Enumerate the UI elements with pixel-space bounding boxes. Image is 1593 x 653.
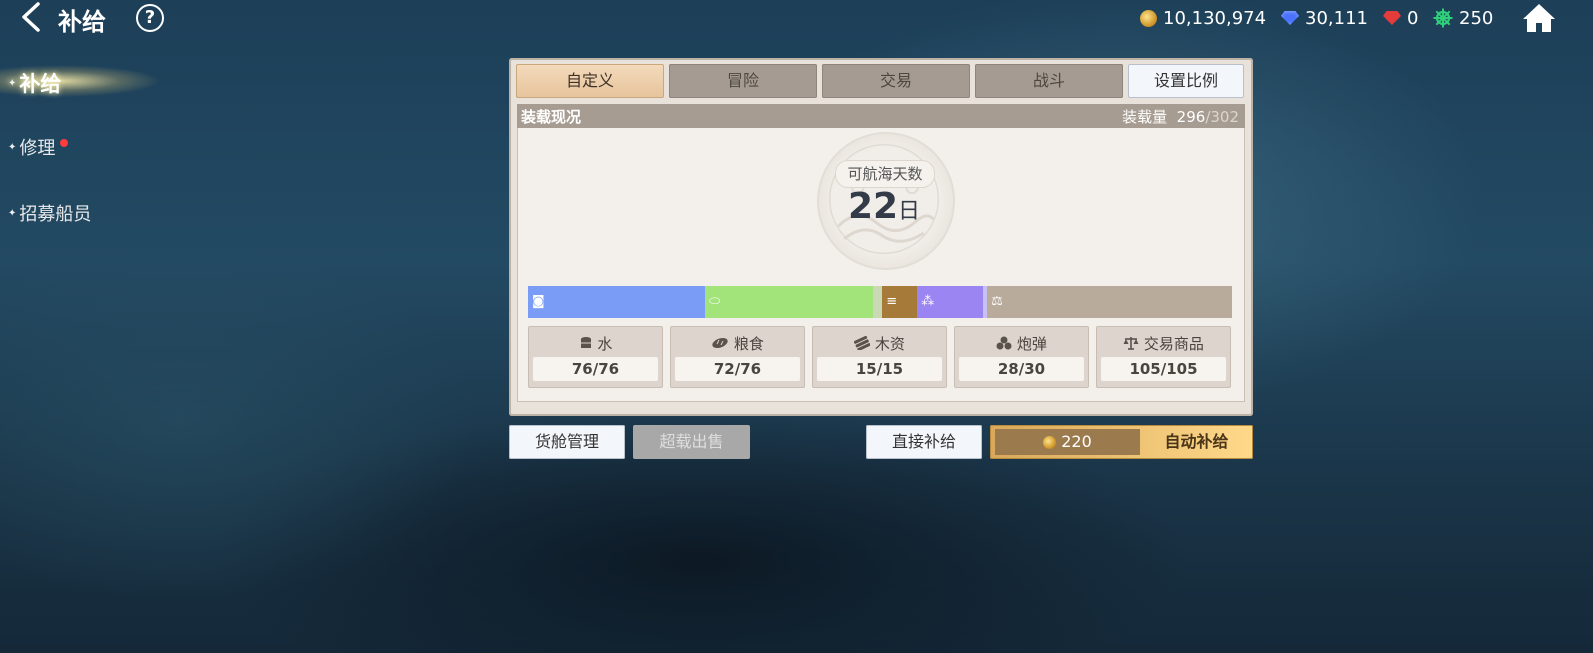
supply-card-trade-goods[interactable]: 交易商品 105/105 (1096, 326, 1231, 388)
bread-icon (712, 337, 728, 349)
top-bar: 补给 ? 10,130,974 30,111 0 250 (0, 0, 1593, 38)
supply-value: 15/15 (817, 357, 942, 381)
bar-segment-lumber: ≡ (882, 286, 918, 318)
sidebar-item-label: 修理 (19, 138, 56, 159)
help-icon[interactable]: ? (136, 4, 164, 32)
gold-resource: 10,130,974 (1140, 7, 1266, 29)
load-capacity-bar: ◙ ⬭ ≡ ⁂ ⚖ (528, 286, 1232, 318)
capacity-current: 296 (1176, 108, 1206, 126)
cannonball-icon: ⁂ (921, 294, 935, 309)
tab-trade[interactable]: 交易 (822, 64, 970, 98)
bar-segment-water: ◙ (528, 286, 706, 318)
tab-adventure[interactable]: 冒险 (669, 64, 817, 98)
lumber-icon: ≡ (886, 294, 898, 309)
supply-card-water[interactable]: 水 76/76 (528, 326, 663, 388)
supply-card-lumber[interactable]: 木资 15/15 (812, 326, 947, 388)
home-icon[interactable] (1522, 2, 1556, 34)
ship-wheel-icon (1433, 8, 1453, 28)
red-gem-value: 0 (1407, 7, 1419, 29)
red-gem-icon (1383, 11, 1401, 25)
auto-supply-cost: 220 (995, 429, 1140, 455)
supply-value: 105/105 (1101, 357, 1226, 381)
supply-value: 72/76 (675, 357, 800, 381)
supply-name: 粮食 (733, 335, 764, 353)
bread-icon: ⬭ (709, 294, 721, 309)
supply-card-title: 木资 (813, 333, 946, 354)
blue-gem-icon (1281, 11, 1299, 25)
bar-segment-food-free (872, 286, 883, 318)
back-arrow-icon[interactable] (18, 2, 44, 32)
supply-name: 水 (597, 335, 613, 353)
capacity-label: 装载量 (1122, 108, 1168, 126)
auto-supply-button[interactable]: 220 自动补给 (990, 425, 1253, 459)
scale-icon: ⚖ (991, 294, 1003, 309)
bar-segment-cannonball: ⁂ (917, 286, 983, 318)
supply-name: 交易商品 (1143, 335, 1204, 353)
sparkle-icon: ✦ (8, 141, 17, 153)
cargo-manage-button[interactable]: 货舱管理 (509, 425, 625, 459)
sailing-days-value: 22日 (807, 186, 961, 227)
blue-gem-value: 30,111 (1305, 7, 1368, 29)
cannonball-icon (996, 336, 1012, 350)
tab-custom[interactable]: 自定义 (516, 64, 664, 98)
sparkle-icon: ✦ (8, 77, 17, 89)
tab-battle[interactable]: 战斗 (975, 64, 1123, 98)
supply-name: 炮弹 (1016, 335, 1047, 353)
supply-card-title: 粮食 (671, 333, 804, 354)
notification-dot (60, 139, 69, 147)
sidebar-item-repair[interactable]: ✦ 修理 (8, 134, 69, 160)
supply-value: 28/30 (959, 357, 1084, 381)
gold-coin-icon (1140, 9, 1157, 27)
supply-card-cannonball[interactable]: 炮弹 28/30 (954, 326, 1089, 388)
sidebar-item-label: 招募船员 (19, 204, 92, 225)
supply-name: 木资 (874, 335, 905, 353)
barrel-icon (580, 337, 591, 348)
lumber-icon (853, 335, 871, 352)
sparkle-icon: ✦ (8, 207, 17, 219)
days-unit: 日 (898, 199, 921, 224)
sidebar-item-label: 补给 (19, 72, 62, 96)
gold-coin-icon (1043, 435, 1057, 449)
sidebar-item-supply[interactable]: ✦ 补给 (8, 68, 61, 98)
supply-card-food[interactable]: 粮食 72/76 (670, 326, 805, 388)
overload-sell-button[interactable]: 超载出售 (633, 425, 750, 459)
load-capacity: 装载量 296/302 (1122, 106, 1239, 127)
load-status-header: 装载现况 装载量 296/302 (517, 104, 1245, 128)
cost-value: 220 (1061, 432, 1092, 451)
page-title: 补给 (58, 8, 106, 36)
supply-card-title: 交易商品 (1097, 333, 1230, 354)
direct-supply-button[interactable]: 直接补给 (866, 425, 982, 459)
sailing-days-label: 可航海天数 (835, 160, 935, 188)
blue-gem-resource: 30,111 (1281, 7, 1368, 29)
wheel-value: 250 (1459, 7, 1494, 29)
capacity-max: /302 (1205, 108, 1239, 126)
sidebar-item-recruit[interactable]: ✦ 招募船员 (8, 200, 91, 226)
supply-value: 76/76 (533, 357, 658, 381)
red-gem-resource: 0 (1383, 7, 1418, 29)
load-status-area: 装载现况 装载量 296/302 可航海天数 22日 ◙ ⬭ ≡ ⁂ ⚖ 水 7… (517, 104, 1245, 402)
bar-segment-trade: ⚖ (987, 286, 1232, 318)
days-number: 22 (847, 186, 899, 227)
set-ratio-button[interactable]: 设置比例 (1128, 64, 1244, 98)
barrel-icon: ◙ (532, 294, 545, 309)
wheel-resource: 250 (1433, 7, 1493, 29)
load-status-title: 装载现况 (521, 108, 582, 126)
supply-panel: 自定义 冒险 交易 战斗 设置比例 装载现况 装载量 296/302 可航海天数… (509, 58, 1253, 416)
auto-supply-label: 自动补给 (1164, 432, 1229, 451)
supply-card-title: 炮弹 (955, 333, 1088, 354)
bar-segment-food: ⬭ (705, 286, 873, 318)
supply-card-title: 水 (529, 333, 662, 354)
scale-icon (1123, 337, 1139, 350)
gold-value: 10,130,974 (1163, 7, 1267, 29)
